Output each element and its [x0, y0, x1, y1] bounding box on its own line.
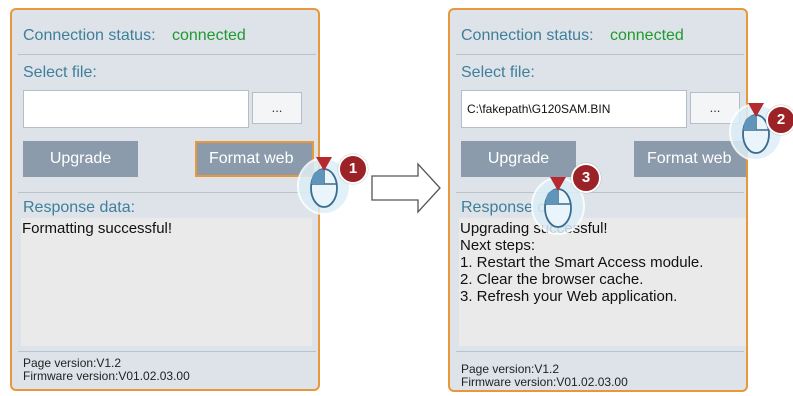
response-line: Next steps: — [460, 237, 536, 254]
divider — [456, 54, 744, 55]
response-line: Formatting successful! — [22, 220, 173, 237]
file-path-input[interactable] — [23, 90, 249, 128]
divider — [456, 192, 744, 193]
browse-button[interactable]: ... — [252, 92, 302, 124]
select-file-label: Select file: — [23, 64, 97, 81]
left-panel: Connection status: connected Select file… — [10, 8, 320, 391]
footer: Page version:V1.2 Firmware version:V01.0… — [461, 363, 628, 389]
connection-status-label: Connection status: — [23, 27, 156, 44]
response-line: 1. Restart the Smart Access module. — [460, 254, 704, 271]
footer: Page version:V1.2 Firmware version:V01.0… — [23, 357, 190, 383]
response-data-area: Formatting successful! — [21, 218, 312, 346]
right-panel: Connection status: connected Select file… — [448, 8, 748, 392]
step-badge: 1 — [338, 154, 368, 184]
divider — [456, 351, 744, 352]
divider — [18, 192, 316, 193]
connection-status-row: Connection status: connected — [23, 27, 246, 45]
right-arrow-icon — [371, 162, 441, 214]
divider — [18, 351, 316, 352]
step-badge: 3 — [571, 163, 601, 193]
response-data-label: Response data: — [23, 199, 136, 216]
firmware-version: Firmware version:V01.02.03.00 — [461, 375, 628, 389]
connection-status-value: connected — [609, 27, 684, 44]
connection-status-label: Connection status: — [461, 27, 594, 44]
connection-status-row: Connection status: connected — [461, 27, 684, 45]
upgrade-button[interactable]: Upgrade — [23, 141, 138, 177]
divider — [18, 54, 316, 55]
firmware-version: Firmware version:V01.02.03.00 — [23, 369, 190, 383]
file-path-input[interactable]: C:\fakepath\G120SAM.BIN — [461, 90, 687, 128]
response-data-area: Upgrading successful! Next steps: 1. Res… — [459, 218, 746, 346]
connection-status-value: connected — [171, 27, 246, 44]
response-line: 3. Refresh your Web application. — [460, 288, 678, 305]
step-badge: 2 — [766, 105, 793, 135]
response-line: 2. Clear the browser cache. — [460, 271, 644, 288]
response-line: Upgrading successful! — [460, 220, 608, 237]
select-file-label: Select file: — [461, 64, 535, 81]
